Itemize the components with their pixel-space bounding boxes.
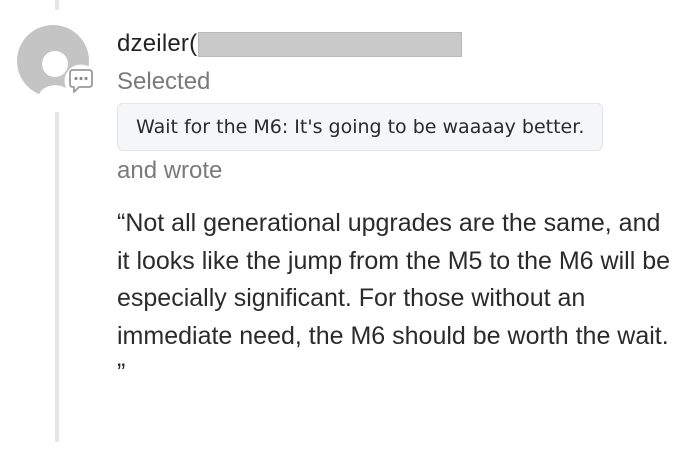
author-row: dzeiler( <box>117 27 463 61</box>
redacted-name-block <box>198 31 463 57</box>
wrote-label: and wrote <box>117 157 223 184</box>
username[interactable]: dzeiler( <box>117 30 197 58</box>
comment-badge <box>64 64 98 98</box>
action-label: Selected <box>117 68 211 95</box>
selected-quote-text: Wait for the M6: It's going to be waaaay… <box>136 116 585 138</box>
comment-body: “Not all generational upgrades are the s… <box>117 209 671 387</box>
selected-quote-box[interactable]: Wait for the M6: It's going to be waaaay… <box>117 103 604 151</box>
thread-line-top <box>55 0 59 10</box>
thread-line <box>55 112 59 442</box>
speech-bubble-icon <box>64 64 98 98</box>
